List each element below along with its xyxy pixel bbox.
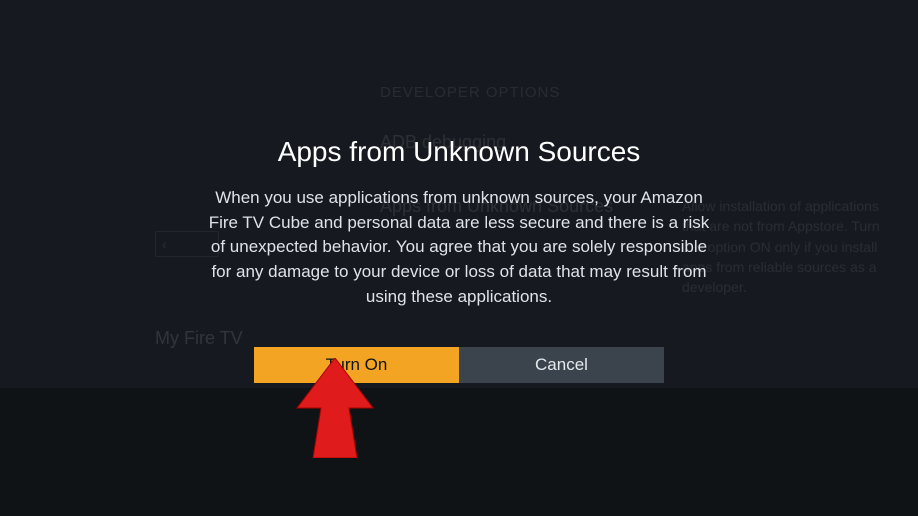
dialog-title: Apps from Unknown Sources — [179, 136, 739, 168]
dialog-button-row: Turn On Cancel — [254, 347, 664, 383]
unknown-sources-dialog: Apps from Unknown Sources When you use a… — [179, 32, 739, 309]
turn-on-button[interactable]: Turn On — [254, 347, 459, 383]
dialog-body-text: When you use applications from unknown s… — [179, 186, 739, 309]
cancel-button[interactable]: Cancel — [459, 347, 664, 383]
